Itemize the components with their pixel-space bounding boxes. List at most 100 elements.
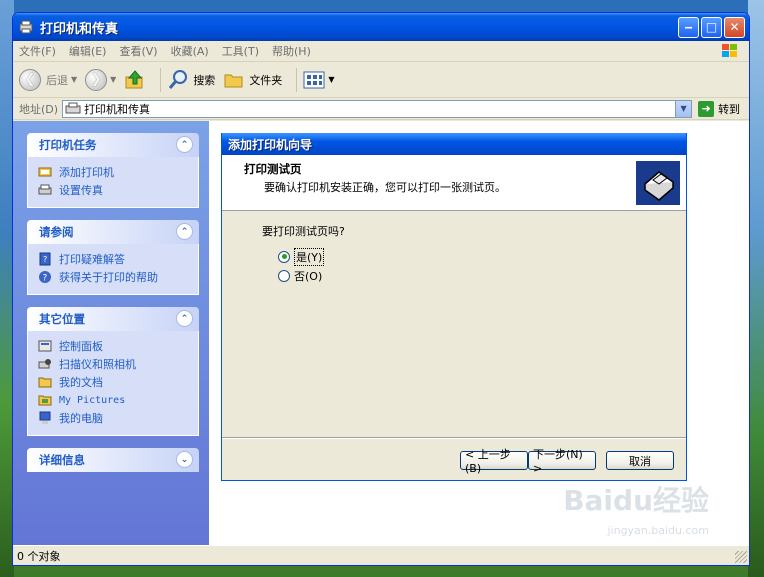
- search-label: 搜索: [193, 73, 216, 87]
- menu-favorites[interactable]: 收藏(A): [171, 43, 209, 59]
- up-button[interactable]: [124, 69, 146, 91]
- help-book-icon: ?: [39, 252, 51, 266]
- views-icon: [303, 71, 325, 88]
- panel-see-also: 请参阅 ⌃ ? 打印疑难解答 ? 获得关于打印的帮助: [27, 220, 199, 295]
- task-label: 添加打印机: [59, 166, 114, 179]
- back-button[interactable]: ❮ 后退 ▼: [19, 68, 78, 91]
- menu-help[interactable]: 帮助(H): [272, 43, 311, 59]
- place-label: 控制面板: [59, 340, 103, 353]
- close-button[interactable]: ✕: [724, 16, 745, 38]
- address-field[interactable]: 打印机和传真 ▼: [62, 99, 693, 118]
- task-add-printer[interactable]: 添加打印机: [38, 163, 190, 181]
- views-button[interactable]: ▼: [303, 70, 334, 90]
- folders-button[interactable]: 文件夹: [223, 69, 282, 91]
- cancel-button[interactable]: 取消: [606, 451, 674, 470]
- place-label: 扫描仪和照相机: [59, 358, 136, 371]
- task-setup-fax[interactable]: 设置传真: [38, 181, 190, 199]
- panel-header[interactable]: 其它位置 ⌃: [27, 307, 199, 331]
- next-button[interactable]: 下一步(N) >: [528, 448, 596, 475]
- panel-details: 详细信息 ⌄: [27, 448, 199, 472]
- address-bar: 地址(D) 打印机和传真 ▼ ➜ 转到: [13, 98, 749, 120]
- chevron-down-icon: ▼: [680, 104, 687, 113]
- link-label: 打印疑难解答: [59, 253, 125, 266]
- radio-yes-label: 是(Y): [294, 247, 325, 266]
- go-button[interactable]: ➜ 转到: [698, 100, 741, 117]
- control-panel-icon: [38, 340, 52, 352]
- chevron-up-icon[interactable]: ⌃: [176, 310, 193, 327]
- address-label: 地址(D): [19, 102, 59, 116]
- go-label: 转到: [718, 102, 741, 116]
- file-list-area[interactable]: 添加打印机向导 打印测试页 要确认打印机安装正确，您可以打印一张测试页。 要打印…: [209, 121, 749, 547]
- link-troubleshoot-printing[interactable]: ? 打印疑难解答: [38, 250, 190, 268]
- panel-other-places: 其它位置 ⌃ 控制面板 扫描仪和照相机 我的文档 My Pictures 我的电…: [27, 307, 199, 436]
- folder-up-icon: [125, 69, 143, 88]
- content-area: 打印机任务 ⌃ 添加打印机 设置传真 请参阅 ⌃ ? 打印疑难解答 ? 获得关于…: [13, 121, 749, 547]
- wizard-body: 要打印测试页吗? 是(Y) 否(O): [222, 211, 686, 437]
- place-my-documents[interactable]: 我的文档: [38, 373, 190, 391]
- folder-icon: [224, 74, 243, 87]
- search-button[interactable]: 搜索: [167, 69, 215, 91]
- panel-title: 详细信息: [39, 453, 85, 467]
- link-printing-help[interactable]: ? 获得关于打印的帮助: [38, 268, 190, 286]
- place-label: My Pictures: [59, 394, 126, 406]
- wizard-subheading: 要确认打印机安装正确，您可以打印一张测试页。: [264, 181, 506, 194]
- maximize-button[interactable]: □: [701, 16, 722, 38]
- menu-view[interactable]: 查看(V): [119, 43, 157, 59]
- chevron-down-icon: ▼: [71, 75, 78, 84]
- my-documents-icon: [38, 377, 52, 388]
- place-scanners-cameras[interactable]: 扫描仪和照相机: [38, 355, 190, 373]
- fax-icon: [38, 184, 52, 195]
- folders-label: 文件夹: [249, 73, 283, 87]
- panel-printer-tasks: 打印机任务 ⌃ 添加打印机 设置传真: [27, 133, 199, 208]
- window-title: 打印机和传真: [40, 21, 119, 37]
- menu-file[interactable]: 文件(F): [19, 43, 56, 59]
- status-text: 0 个对象: [17, 549, 61, 563]
- resize-grip[interactable]: [735, 551, 747, 563]
- title-bar[interactable]: 打印机和传真 ‒ □ ✕: [13, 13, 749, 41]
- back-label: 后退: [46, 73, 68, 87]
- radio-button[interactable]: [278, 250, 290, 263]
- place-control-panel[interactable]: 控制面板: [38, 337, 190, 355]
- chevron-up-icon[interactable]: ⌃: [176, 223, 193, 240]
- panel-title: 其它位置: [39, 312, 85, 326]
- chevron-down-icon[interactable]: ⌄: [176, 451, 193, 468]
- explorer-window: 打印机和传真 ‒ □ ✕ 文件(F) 编辑(E) 查看(V) 收藏(A) 工具(…: [12, 12, 750, 566]
- svg-text:?: ?: [43, 274, 48, 284]
- back-button[interactable]: < 上一步(B): [460, 448, 528, 475]
- maximize-icon: □: [705, 20, 718, 34]
- forward-button[interactable]: ❯ ▼: [85, 68, 116, 91]
- toolbar-separator: [160, 67, 162, 92]
- chevron-up-icon[interactable]: ⌃: [176, 136, 193, 153]
- chevron-down-icon: ▼: [328, 75, 335, 84]
- wizard-heading: 打印测试页: [244, 162, 302, 176]
- search-icon: [169, 69, 188, 89]
- add-printer-wizard-dialog: 添加打印机向导 打印测试页 要确认打印机安装正确，您可以打印一张测试页。 要打印…: [221, 133, 687, 481]
- wizard-footer: < 上一步(B) 下一步(N) > 取消: [222, 437, 686, 483]
- panel-header[interactable]: 请参阅 ⌃: [27, 220, 199, 244]
- toolbar-separator: [296, 67, 298, 92]
- link-label: 获得关于打印的帮助: [59, 271, 158, 284]
- menu-edit[interactable]: 编辑(E): [69, 43, 107, 59]
- my-pictures-icon: [38, 395, 52, 406]
- windows-logo-icon: [722, 44, 737, 57]
- address-dropdown-button[interactable]: ▼: [675, 100, 692, 117]
- menu-bar: 文件(F) 编辑(E) 查看(V) 收藏(A) 工具(T) 帮助(H): [13, 41, 749, 62]
- place-my-computer[interactable]: 我的电脑: [38, 409, 190, 427]
- wizard-title-bar[interactable]: 添加打印机向导: [222, 133, 686, 155]
- panel-header[interactable]: 打印机任务 ⌃: [27, 133, 199, 157]
- svg-text:?: ?: [43, 255, 47, 264]
- place-my-pictures[interactable]: My Pictures: [38, 391, 190, 409]
- minimize-button[interactable]: ‒: [678, 16, 699, 38]
- radio-yes[interactable]: 是(Y): [278, 247, 686, 266]
- menu-tools[interactable]: 工具(T): [222, 43, 259, 59]
- radio-button[interactable]: [278, 269, 290, 282]
- radio-no[interactable]: 否(O): [278, 266, 686, 285]
- status-bar: 0 个对象: [13, 545, 749, 565]
- panel-title: 请参阅: [39, 225, 74, 239]
- printer-icon: [636, 161, 680, 205]
- minimize-icon: ‒: [684, 20, 693, 34]
- task-label: 设置传真: [59, 184, 103, 197]
- print-test-question: 要打印测试页吗?: [262, 225, 345, 238]
- panel-header[interactable]: 详细信息 ⌄: [27, 448, 199, 472]
- radio-no-label: 否(O): [294, 269, 323, 283]
